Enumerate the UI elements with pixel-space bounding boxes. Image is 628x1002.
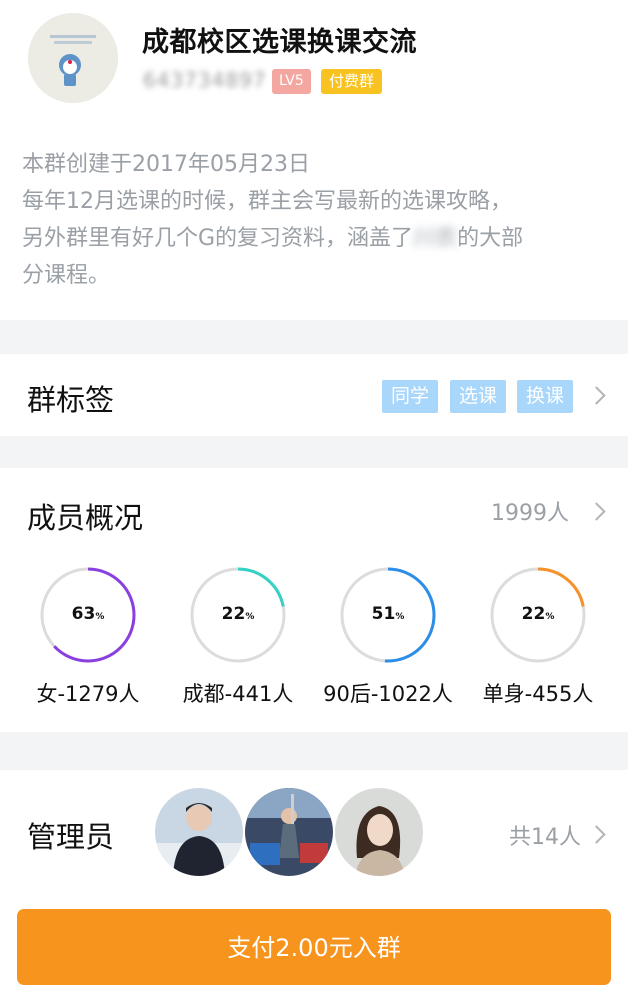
person-photo [335, 788, 423, 876]
section-divider [0, 320, 628, 354]
section-divider [0, 732, 628, 770]
group-header: 成都校区选课换课交流 643734897 LV5 付费群 [0, 0, 628, 120]
paid-badge: 付费群 [321, 69, 383, 94]
group-description: 本群创建于2017年05月23日 每年12月选课的时候，群主会写最新的选课攻略，… [22, 146, 612, 294]
admin-avatar[interactable] [335, 788, 423, 876]
admins-count: 共14人 [509, 825, 581, 850]
admin-avatar[interactable] [245, 788, 333, 876]
section-divider [0, 436, 628, 468]
tag-item: 同学 [382, 380, 439, 413]
stat-label: 单身-455人 [482, 682, 594, 706]
level-badge: LV5 [272, 69, 311, 94]
stat-label: 成都-441人 [182, 682, 294, 706]
blurred-text: 川农 [413, 226, 458, 251]
admins-title: 管理员 [27, 820, 115, 854]
stat-label: 90后-1022人 [323, 682, 453, 706]
description-line: 分课程。 [22, 263, 111, 288]
stat-ring-90s: 51% [338, 565, 438, 665]
description-line: 本群创建于2017年05月23日 [22, 152, 310, 177]
stat-percent: 51% [371, 604, 405, 624]
group-avatar[interactable] [28, 13, 118, 103]
stat-percent: 22% [221, 604, 255, 624]
tag-item: 换课 [517, 380, 574, 413]
description-line: 另外群里有好几个G的复习资料，涵盖了川农的大部 [22, 226, 524, 251]
person-photo [155, 788, 243, 876]
description-line: 每年12月选课的时候，群主会写最新的选课攻略， [22, 189, 512, 214]
person-photo [245, 788, 333, 876]
chevron-right-icon [587, 825, 606, 844]
stat-percent: 63% [71, 604, 105, 624]
admin-avatar[interactable] [155, 788, 243, 876]
stat-ring-chengdu: 22% [188, 565, 288, 665]
stat-ring-female: 63% [38, 565, 138, 665]
group-title: 成都校区选课换课交流 [142, 27, 417, 58]
group-id: 643734897 [143, 68, 267, 92]
stat-label: 女-1279人 [36, 682, 140, 706]
tag-item: 选课 [450, 380, 507, 413]
members-count[interactable]: 1999人 [491, 495, 569, 527]
pay-join-button[interactable]: 支付2.00元入群 [17, 909, 611, 985]
stat-percent: 22% [521, 604, 555, 624]
chevron-right-icon [587, 502, 606, 521]
doraemon-avatar-image [28, 13, 118, 103]
stat-ring-single: 22% [488, 565, 588, 665]
tags-title: 群标签 [27, 383, 115, 417]
members-title: 成员概况 [27, 501, 144, 535]
